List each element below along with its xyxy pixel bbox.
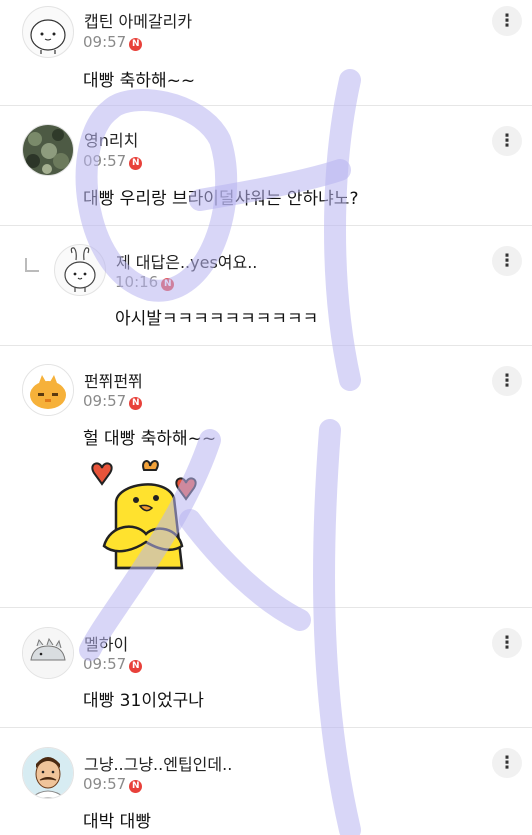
comment-time-text: 09:57 xyxy=(83,655,127,673)
comment-text: 아시발ㅋㅋㅋㅋㅋㅋㅋㅋㅋㅋ xyxy=(115,309,319,329)
more-options-button[interactable]: ⋮ xyxy=(492,246,522,276)
reply-comment-item: 제 대답은..yes여요.. 10:16 N 아시발ㅋㅋㅋㅋㅋㅋㅋㅋㅋㅋ ⋮ xyxy=(0,226,532,346)
more-vertical-icon: ⋮ xyxy=(498,752,516,773)
comment-text: 대빵 31이었구나 xyxy=(83,691,204,711)
more-options-button[interactable]: ⋮ xyxy=(492,6,522,36)
comment-text: 대빵 축하해~~ xyxy=(83,71,196,91)
comment-timestamp: 10:16 N xyxy=(115,273,175,291)
new-badge-icon: N xyxy=(129,157,143,170)
comment-time-text: 09:57 xyxy=(83,392,127,410)
new-badge-icon: N xyxy=(161,278,175,291)
more-options-button[interactable]: ⋮ xyxy=(492,366,522,396)
comment-text: 헐 대빵 축하해~~ xyxy=(83,429,217,449)
comment-author[interactable]: 캡틴 아메갈리카 xyxy=(84,8,192,32)
avatar[interactable] xyxy=(22,124,74,176)
avatar[interactable] xyxy=(22,364,74,416)
chick-heart-sticker xyxy=(86,458,206,578)
comment-item: 캡틴 아메갈리카 09:57 N 대빵 축하해~~ ⋮ xyxy=(0,0,532,106)
new-badge-icon: N xyxy=(129,38,143,51)
avatar[interactable] xyxy=(54,244,106,296)
avatar[interactable] xyxy=(22,627,74,679)
comment-timestamp: 09:57 N xyxy=(83,33,143,51)
more-vertical-icon: ⋮ xyxy=(498,10,516,31)
comment-item: 그냥..그냥..엔팁인데.. 09:57 N 대박 대빵 ⋮ xyxy=(0,728,532,835)
comment-author[interactable]: 그냥..그냥..엔팁인데.. xyxy=(84,751,232,775)
more-options-button[interactable]: ⋮ xyxy=(492,126,522,156)
comment-time-text: 09:57 xyxy=(83,775,127,793)
more-options-button[interactable]: ⋮ xyxy=(492,628,522,658)
comment-item: 영n리치 09:57 N 대빵 우리랑 브라이덜샤워는 안하냐노? ⋮ xyxy=(0,106,532,226)
reply-arrow-icon xyxy=(25,258,39,272)
comment-timestamp: 09:57 N xyxy=(83,392,143,410)
comment-author[interactable]: 펀쮜펀쮜 xyxy=(84,368,143,392)
new-badge-icon: N xyxy=(129,660,143,673)
comment-text: 대빵 우리랑 브라이덜샤워는 안하냐노? xyxy=(83,189,359,209)
more-vertical-icon: ⋮ xyxy=(498,632,516,653)
comment-timestamp: 09:57 N xyxy=(83,775,143,793)
avatar[interactable] xyxy=(22,747,74,799)
comment-item: 멜하이 09:57 N 대빵 31이었구나 ⋮ xyxy=(0,608,532,728)
comment-timestamp: 09:57 N xyxy=(83,655,143,673)
comment-text: 대박 대빵 xyxy=(83,812,151,832)
comment-time-text: 09:57 xyxy=(83,152,127,170)
new-badge-icon: N xyxy=(129,780,143,793)
more-options-button[interactable]: ⋮ xyxy=(492,748,522,778)
more-vertical-icon: ⋮ xyxy=(498,130,516,151)
comment-timestamp: 09:57 N xyxy=(83,152,143,170)
more-vertical-icon: ⋮ xyxy=(498,370,516,391)
avatar[interactable] xyxy=(22,6,74,58)
more-vertical-icon: ⋮ xyxy=(498,250,516,271)
new-badge-icon: N xyxy=(129,397,143,410)
comment-author[interactable]: 영n리치 xyxy=(84,127,138,151)
comment-item: 펀쮜펀쮜 09:57 N 헐 대빵 축하해~~ ⋮ xyxy=(0,346,532,608)
comment-author[interactable]: 제 대답은..yes여요.. xyxy=(116,249,257,273)
comment-time-text: 10:16 xyxy=(115,273,159,291)
comment-time-text: 09:57 xyxy=(83,33,127,51)
comment-author[interactable]: 멜하이 xyxy=(84,631,128,655)
